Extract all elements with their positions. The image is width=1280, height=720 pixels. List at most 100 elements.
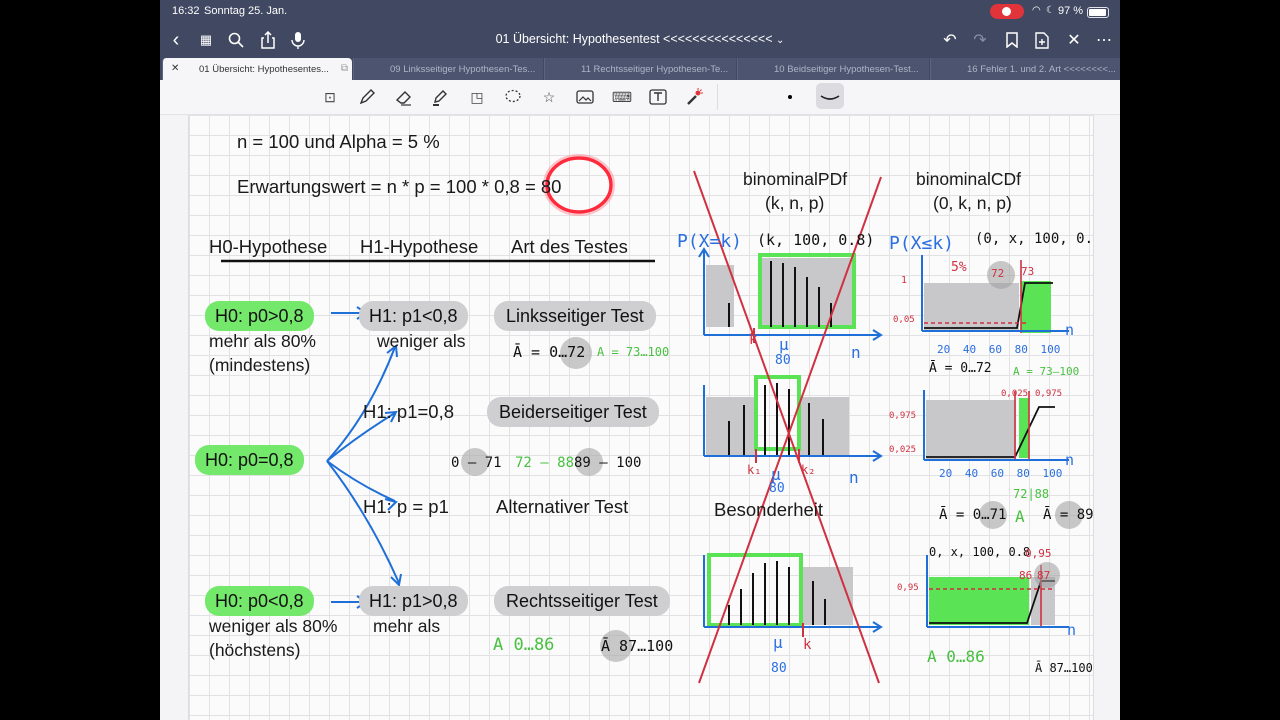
pdf-two-sided-chart	[703, 375, 883, 463]
cdf2-acceptance-low: Ā = 0…71	[939, 507, 1007, 523]
status-bar: 16:32 Sonntag 25. Jan. ◠ ☾ 97 %	[160, 0, 1120, 24]
sample-size-line: n = 100 und Alpha = 5 %	[237, 131, 440, 152]
redo-icon[interactable]: ↷	[968, 28, 992, 52]
cdf3-86-label: 86	[1019, 569, 1033, 582]
toolbar-divider	[717, 84, 718, 110]
tab-beidseitig[interactable]: 10 Beidseitiger Hypothesen-Test...	[737, 58, 929, 80]
lasso-icon[interactable]	[501, 86, 525, 108]
sticker-icon[interactable]: ☆	[537, 86, 561, 108]
special-case-text: Besonderheit	[714, 499, 824, 520]
tab-bar: ✕ 01 Übersicht: Hypothesentes... ⧉ 09 Li…	[160, 56, 1120, 80]
pdf1-mu-label: μ	[779, 335, 789, 354]
h0-less-note: (höchstens)	[209, 640, 301, 660]
cdf2-y0975: 0,975	[889, 411, 917, 421]
highlighter-icon[interactable]	[428, 86, 452, 108]
status-date: Sonntag 25. Jan.	[204, 5, 288, 17]
undo-icon[interactable]: ↶	[938, 28, 962, 52]
tab-rechtsseitig[interactable]: 11 Rechtsseitiger Hypothesen-Te...	[544, 58, 736, 80]
text-box-icon[interactable]	[646, 86, 670, 108]
stroke-style-selector[interactable]	[816, 83, 844, 109]
left-rejection-range: A = 73…100	[597, 345, 670, 359]
pdf3-80-label: 80	[771, 661, 787, 676]
right-acceptance-range: A 0…86	[493, 635, 555, 655]
left-test-pill: Linksseitiger Test	[494, 301, 656, 331]
add-page-icon[interactable]	[1030, 28, 1054, 52]
pdf3-mu-label: μ	[773, 633, 783, 652]
status-time: 16:32	[172, 5, 200, 17]
moon-icon: ☾	[1046, 5, 1055, 16]
pdf-args: (k, n, p)	[765, 193, 825, 213]
right-test-pill: Rechtsseitiger Test	[494, 586, 670, 616]
header-test-type: Art des Testes	[511, 236, 628, 257]
cdf1-alpha-label: 5%	[951, 260, 967, 275]
cdf3-rejection: Ā 87…100	[1035, 661, 1093, 675]
pdf1-n-label: n	[851, 343, 861, 362]
tab-linksseitig[interactable]: 09 Linksseitiger Hypothesen-Tes...	[353, 58, 543, 80]
cdf1-n-label: n	[1065, 321, 1075, 339]
pdf-handwritten-args: (k, 100, 0.8)	[757, 231, 875, 249]
cdf1-acceptance: Ā = 0…72	[929, 361, 992, 376]
image-icon[interactable]	[573, 86, 597, 108]
cdf3-87-label: 87	[1037, 569, 1051, 582]
navigation-bar: ‹ ▦ 01 Übersicht: Hypothesentest <<<<<<<…	[160, 24, 1120, 56]
close-tab-icon[interactable]: ✕	[171, 63, 179, 74]
cdf-args: (0, k, n, p)	[933, 193, 1012, 213]
h0-less-desc: weniger als 80%	[209, 616, 338, 636]
chevron-down-icon[interactable]: ⌄	[776, 35, 784, 46]
pdf2-n-label: n	[849, 468, 859, 487]
cdf2-range-mid: 72|88	[1013, 487, 1050, 501]
cdf-handwritten-label: P(X≤k)	[889, 233, 955, 254]
h1-less-desc: weniger als	[377, 331, 466, 351]
pdf2-80-label: 80	[769, 481, 785, 496]
h0-greater-desc: mehr als 80%	[209, 331, 316, 351]
more-icon[interactable]: ⋯	[1092, 28, 1116, 52]
cdf2-n-label: n	[1065, 451, 1075, 469]
cdf1-y1: 1	[901, 275, 908, 286]
h1-greater-desc: mehr als	[373, 616, 441, 636]
cdf-right-chart	[926, 555, 1069, 628]
pdf3-k-label: k	[803, 637, 812, 653]
cdf2-acceptance-a: A	[1015, 507, 1025, 526]
cdf2-ticks: 20 40 60 80 100	[939, 467, 1063, 480]
h0-less-pill: H0: p0<0,8	[205, 586, 314, 616]
split-view-icon[interactable]: ⧉	[341, 63, 348, 74]
pen-size-dot[interactable]	[788, 95, 792, 99]
pdf2-k1-label: k₁	[747, 463, 762, 477]
zoom-window-icon[interactable]: ⊡	[318, 86, 342, 108]
expected-value-line: Erwartungswert = n * p = 100 * 0,8 = 80	[237, 176, 562, 197]
tab-fehler[interactable]: 16 Fehler 1. und 2. Art <<<<<<<<...	[930, 58, 1120, 80]
close-icon[interactable]: ✕	[1062, 28, 1086, 52]
alternative-test-text: Alternativer Test	[496, 496, 629, 517]
left-acceptance-range: Ā = 0…72	[513, 343, 586, 361]
eraser-icon[interactable]	[392, 86, 416, 108]
cdf1-ticks: 20 40 60 80 100	[937, 343, 1061, 356]
shapes-icon[interactable]: ◳	[465, 86, 489, 108]
notebook-page[interactable]: n = 100 und Alpha = 5 % Erwartungswert =…	[188, 115, 1094, 720]
screen-recording-indicator[interactable]	[990, 4, 1024, 19]
range-middle: 72 – 88	[515, 455, 575, 471]
cdf-title: binominalCDf	[916, 169, 1022, 189]
header-h1: H1-Hypothese	[360, 236, 479, 257]
cdf-handwritten-args: (0, x, 100, 0.8)	[975, 231, 1094, 247]
goodnotes-app: 16:32 Sonntag 25. Jan. ◠ ☾ 97 % ‹ ▦ 01 Ü…	[160, 0, 1120, 720]
h0-greater-note: (mindestens)	[209, 355, 311, 375]
keyboard-icon[interactable]: ⌨	[610, 86, 634, 108]
header-h0: H0-Hypothese	[209, 236, 328, 257]
h0-greater-pill: H0: p0>0,8	[205, 301, 314, 331]
cdf3-args: 0, x, 100, 0.8	[929, 545, 1031, 559]
pen-icon[interactable]	[355, 86, 379, 108]
wifi-icon: ◠	[1032, 5, 1041, 16]
tab-uebersicht[interactable]: ✕ 01 Übersicht: Hypothesentes... ⧉	[162, 58, 352, 80]
cdf2-acceptance-high: Ā = 89…100	[1043, 507, 1094, 523]
cdf3-acceptance: A 0…86	[927, 647, 985, 666]
pdf1-k-label: k	[749, 332, 758, 348]
cdf2-y0025: 0,025	[889, 445, 917, 455]
cdf3-n-label: n	[1067, 621, 1077, 639]
cdf1-y005: 0,05	[893, 315, 915, 325]
cdf3-y095: 0,95	[897, 583, 919, 593]
bookmark-icon[interactable]	[1000, 28, 1024, 52]
cdf1-rejection: A = 73–100	[1013, 365, 1080, 378]
pdf-title: binominalPDf	[743, 169, 848, 189]
laser-pointer-icon[interactable]	[682, 86, 706, 108]
cdf3-095-label: 0,95	[1025, 547, 1052, 560]
